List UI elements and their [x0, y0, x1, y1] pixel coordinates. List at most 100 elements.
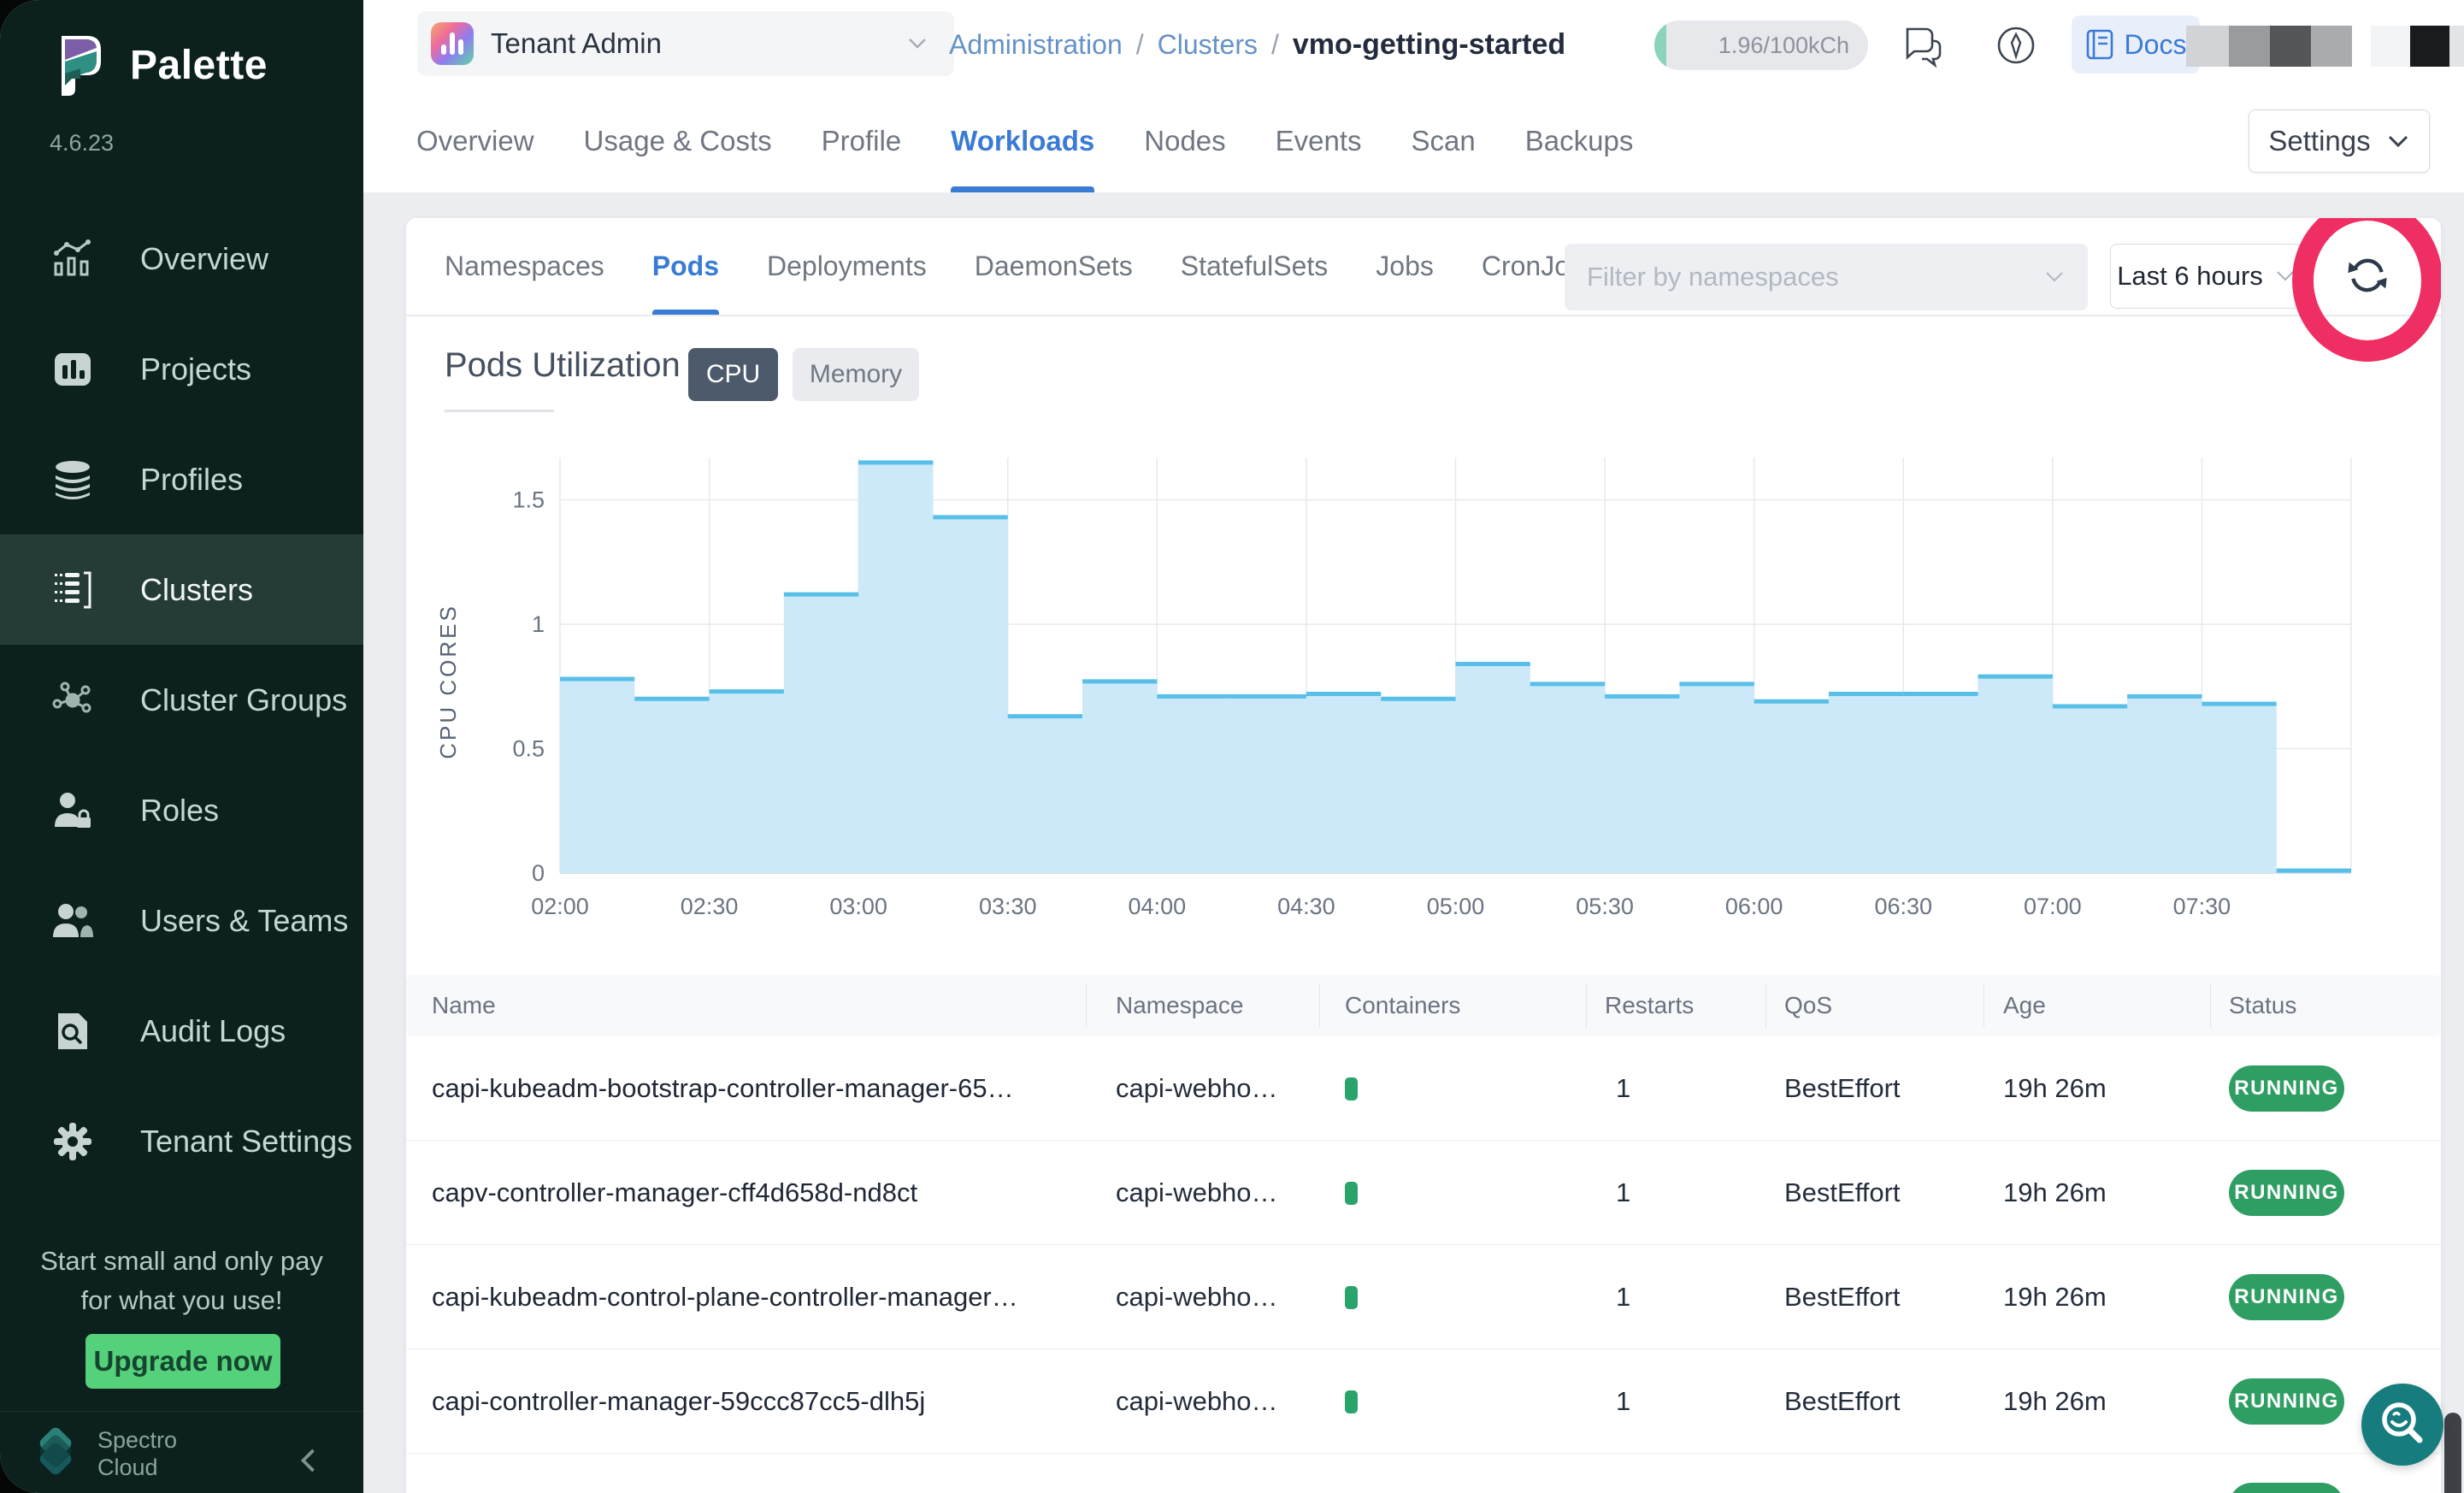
memory-toggle-button[interactable]: Memory	[793, 348, 919, 401]
svg-text:03:30: 03:30	[979, 894, 1037, 919]
pod-age: 19h 26m	[2003, 1245, 2107, 1349]
tenant-settings-icon	[51, 1120, 94, 1163]
table-row-partial[interactable]: … … 1 BestEffort 19h 26m RUNNING	[406, 1454, 2441, 1493]
tab-scan[interactable]: Scan	[1412, 90, 1476, 192]
tab-workloads[interactable]: Workloads	[951, 90, 1094, 192]
sidebar-item-profiles[interactable]: Profiles	[0, 424, 363, 534]
col-header-restarts[interactable]: Restarts	[1605, 975, 1694, 1036]
sidebar-item-label: Clusters	[140, 572, 253, 608]
sidebar-item-tenant-settings[interactable]: Tenant Settings	[0, 1086, 363, 1196]
sidebar-item-clusters[interactable]: Clusters	[0, 534, 363, 645]
table-row[interactable]: capi-kubeadm-control-plane-controller-ma…	[406, 1245, 2441, 1349]
pod-namespace: capi-webho…	[1116, 1141, 1278, 1245]
subtab-pods[interactable]: Pods	[652, 218, 719, 316]
pod-qos: BestEffort	[1784, 1454, 1901, 1493]
tab-nodes[interactable]: Nodes	[1144, 90, 1225, 192]
tenant-scope-selector[interactable]: Tenant Admin	[417, 11, 954, 76]
refresh-button[interactable]	[2340, 249, 2395, 304]
scrollbar-thumb[interactable]	[2444, 1413, 2461, 1493]
col-header-age[interactable]: Age	[2003, 975, 2046, 1036]
usage-progress	[1654, 21, 1666, 70]
pod-age: 19h 26m	[2003, 1141, 2107, 1245]
svg-text:07:00: 07:00	[2024, 894, 2082, 919]
subtab-namespaces[interactable]: Namespaces	[445, 218, 604, 316]
status-badge: RUNNING	[2229, 1378, 2344, 1425]
subtab-deployments[interactable]: Deployments	[767, 218, 927, 316]
container-status-box	[1345, 1182, 1358, 1205]
tenant-scope-label: Tenant Admin	[491, 27, 662, 60]
svg-text:0: 0	[532, 860, 545, 886]
sidebar-item-projects[interactable]: Projects	[0, 314, 363, 424]
table-row[interactable]: capv-controller-manager-cff4d658d-nd8ct …	[406, 1141, 2441, 1245]
pod-age: 19h 26m	[2003, 1036, 2107, 1141]
pod-qos: BestEffort	[1784, 1141, 1901, 1245]
pod-status: RUNNING	[2229, 1454, 2344, 1493]
pod-containers	[1345, 1454, 1358, 1493]
col-header-containers[interactable]: Containers	[1345, 975, 1460, 1036]
col-header-namespace[interactable]: Namespace	[1116, 975, 1243, 1036]
tab-profile[interactable]: Profile	[822, 90, 902, 192]
subtab-statefulsets[interactable]: StatefulSets	[1181, 218, 1329, 316]
sidebar-item-cluster-groups[interactable]: Cluster Groups	[0, 645, 363, 755]
projects-icon	[51, 348, 94, 391]
pod-containers	[1345, 1349, 1358, 1454]
sidebar-item-label: Overview	[140, 241, 268, 277]
tab-backups[interactable]: Backups	[1525, 90, 1634, 192]
namespace-filter-input[interactable]: Filter by namespaces	[1565, 244, 2088, 310]
docs-button[interactable]: Docs	[2072, 15, 2200, 74]
cpu-toggle-button[interactable]: CPU	[688, 348, 778, 401]
settings-button[interactable]: Settings	[2249, 109, 2430, 173]
pods-table-header: Name Namespace Containers Restarts QoS A…	[406, 975, 2441, 1036]
workloads-card: Namespaces Pods Deployments DaemonSets S…	[406, 218, 2441, 1493]
table-row[interactable]: capi-kubeadm-bootstrap-controller-manage…	[406, 1036, 2441, 1141]
spectro-cloud-logo-icon	[29, 1427, 82, 1480]
chevron-down-icon	[2043, 269, 2066, 285]
column-divider	[1765, 983, 1766, 1028]
sidebar-item-audit-logs[interactable]: Audit Logs	[0, 976, 363, 1086]
content-area: Namespaces Pods Deployments DaemonSets S…	[363, 192, 2464, 1493]
container-status-box	[1345, 1390, 1358, 1413]
brand-text: Spectro Cloud	[97, 1426, 177, 1481]
tab-usage-costs[interactable]: Usage & Costs	[584, 90, 772, 192]
sidebar-item-overview[interactable]: Overview	[0, 204, 363, 314]
promo-line1: Start small and only pay	[0, 1242, 363, 1281]
status-badge: RUNNING	[2229, 1274, 2344, 1320]
column-divider	[1319, 983, 1320, 1028]
chart-title-underline	[445, 410, 554, 412]
tab-events[interactable]: Events	[1276, 90, 1362, 192]
svg-text:1: 1	[532, 611, 545, 637]
subtab-daemonsets[interactable]: DaemonSets	[975, 218, 1133, 316]
pod-restarts: 1	[1616, 1036, 1630, 1141]
table-row[interactable]: capi-controller-manager-59ccc87cc5-dlh5j…	[406, 1349, 2441, 1454]
pod-namespace: capi-webho…	[1116, 1349, 1278, 1454]
svg-text:06:30: 06:30	[1874, 894, 1932, 919]
svg-text:04:30: 04:30	[1277, 894, 1335, 919]
collapse-sidebar-icon[interactable]	[294, 1443, 325, 1478]
sidebar-item-users-teams[interactable]: Users & Teams	[0, 865, 363, 976]
col-header-name[interactable]: Name	[432, 975, 496, 1036]
chat-feedback-icon[interactable]	[1899, 22, 1945, 68]
main-area: Tenant Admin Administration / Clusters /…	[363, 0, 2464, 1493]
col-header-qos[interactable]: QoS	[1784, 975, 1832, 1036]
svg-text:05:30: 05:30	[1576, 894, 1634, 919]
tab-overview[interactable]: Overview	[416, 90, 534, 192]
breadcrumb-clusters[interactable]: Clusters	[1158, 29, 1258, 61]
col-header-status[interactable]: Status	[2229, 975, 2296, 1036]
chevron-down-icon	[2386, 133, 2410, 149]
sidebar-item-label: Tenant Settings	[140, 1124, 352, 1160]
column-divider	[1586, 983, 1587, 1028]
breadcrumb-administration[interactable]: Administration	[949, 29, 1123, 61]
svg-text:CPU CORES: CPU CORES	[435, 604, 461, 759]
upgrade-now-button[interactable]: Upgrade now	[85, 1334, 280, 1389]
time-range-value: Last 6 hours	[2117, 261, 2263, 292]
breadcrumb-current-cluster: vmo-getting-started	[1293, 28, 1565, 62]
compass-tour-icon[interactable]	[1993, 22, 2039, 68]
time-range-select[interactable]: Last 6 hours	[2110, 244, 2302, 309]
sidebar-item-roles[interactable]: Roles	[0, 755, 363, 865]
subtab-jobs[interactable]: Jobs	[1376, 218, 1434, 316]
palette-logo: Palette	[48, 31, 268, 99]
pod-name: capi-controller-manager-59ccc87cc5-dlh5j	[432, 1349, 925, 1454]
pod-status: RUNNING	[2229, 1349, 2344, 1454]
help-widget-button[interactable]	[2361, 1384, 2443, 1466]
pod-namespace: capi-webho…	[1116, 1036, 1278, 1141]
